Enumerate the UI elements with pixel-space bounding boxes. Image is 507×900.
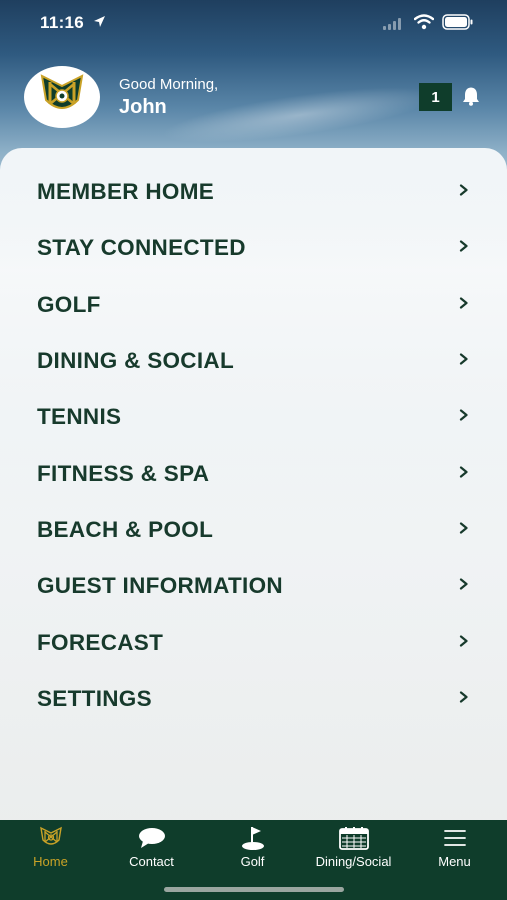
tab-dining-social[interactable]: Dining/Social bbox=[303, 820, 404, 880]
chevron-right-icon bbox=[459, 183, 469, 201]
tab-contact[interactable]: Contact bbox=[101, 820, 202, 880]
chevron-right-icon bbox=[459, 239, 469, 257]
menu-item-member-home[interactable]: MEMBER HOME bbox=[0, 164, 507, 220]
tab-home[interactable]: Home bbox=[0, 820, 101, 880]
menu-item-label: BEACH & POOL bbox=[37, 516, 214, 542]
tab-label: Dining/Social bbox=[315, 854, 392, 869]
tab-label: Home bbox=[33, 854, 68, 869]
menu-item-beach-pool[interactable]: BEACH & POOL bbox=[0, 502, 507, 558]
user-name: John bbox=[119, 96, 167, 118]
golf-flag-icon bbox=[240, 826, 266, 850]
header: Good Morning, John 1 bbox=[0, 66, 507, 130]
menu-item-label: FORECAST bbox=[37, 629, 164, 655]
cellular-icon bbox=[383, 17, 403, 35]
calendar-icon bbox=[338, 826, 369, 850]
menu-item-forecast[interactable]: FORECAST bbox=[0, 614, 507, 670]
club-crest-icon bbox=[39, 826, 63, 850]
tab-golf[interactable]: Golf bbox=[202, 820, 303, 880]
chat-bubble-icon bbox=[138, 826, 166, 850]
menu-item-label: SETTINGS bbox=[37, 685, 152, 711]
greeting-text: Good Morning, bbox=[119, 76, 219, 93]
tab-label: Menu bbox=[438, 854, 471, 869]
chevron-right-icon bbox=[459, 296, 469, 314]
chevron-right-icon bbox=[459, 634, 469, 652]
menu-item-label: GOLF bbox=[37, 291, 101, 317]
club-crest-icon bbox=[38, 72, 86, 123]
menu-item-guest-information[interactable]: GUEST INFORMATION bbox=[0, 558, 507, 614]
menu-item-fitness-spa[interactable]: FITNESS & SPA bbox=[0, 445, 507, 501]
main-menu-panel: MEMBER HOME STAY CONNECTED GOLF DINING &… bbox=[0, 148, 507, 820]
location-arrow-icon bbox=[93, 15, 106, 33]
club-logo[interactable] bbox=[24, 66, 100, 128]
menu-item-settings[interactable]: SETTINGS bbox=[0, 671, 507, 727]
main-menu-list: MEMBER HOME STAY CONNECTED GOLF DINING &… bbox=[0, 164, 507, 727]
bell-icon[interactable] bbox=[461, 86, 481, 111]
wifi-icon bbox=[413, 14, 435, 35]
chevron-right-icon bbox=[459, 352, 469, 370]
tab-label: Golf bbox=[240, 854, 265, 869]
menu-item-stay-connected[interactable]: STAY CONNECTED bbox=[0, 220, 507, 276]
menu-item-label: DINING & SOCIAL bbox=[37, 348, 235, 374]
status-bar: 11:16 bbox=[0, 0, 507, 48]
menu-item-dining-social[interactable]: DINING & SOCIAL bbox=[0, 333, 507, 389]
chevron-right-icon bbox=[459, 408, 469, 426]
chevron-right-icon bbox=[459, 521, 469, 539]
chevron-right-icon bbox=[459, 690, 469, 708]
tab-label: Contact bbox=[129, 854, 174, 869]
tab-menu[interactable]: Menu bbox=[404, 820, 505, 880]
menu-item-label: FITNESS & SPA bbox=[37, 460, 210, 486]
chevron-right-icon bbox=[459, 577, 469, 595]
menu-item-label: STAY CONNECTED bbox=[37, 235, 246, 261]
hamburger-menu-icon bbox=[443, 826, 466, 850]
chevron-right-icon bbox=[459, 465, 469, 483]
menu-item-tennis[interactable]: TENNIS bbox=[0, 389, 507, 445]
battery-icon bbox=[442, 14, 473, 35]
home-indicator bbox=[164, 887, 344, 892]
status-time: 11:16 bbox=[40, 13, 85, 32]
notification-count-badge[interactable]: 1 bbox=[419, 83, 452, 111]
menu-item-label: GUEST INFORMATION bbox=[37, 573, 283, 599]
menu-item-golf[interactable]: GOLF bbox=[0, 277, 507, 333]
menu-item-label: TENNIS bbox=[37, 404, 122, 430]
menu-item-label: MEMBER HOME bbox=[37, 179, 215, 205]
